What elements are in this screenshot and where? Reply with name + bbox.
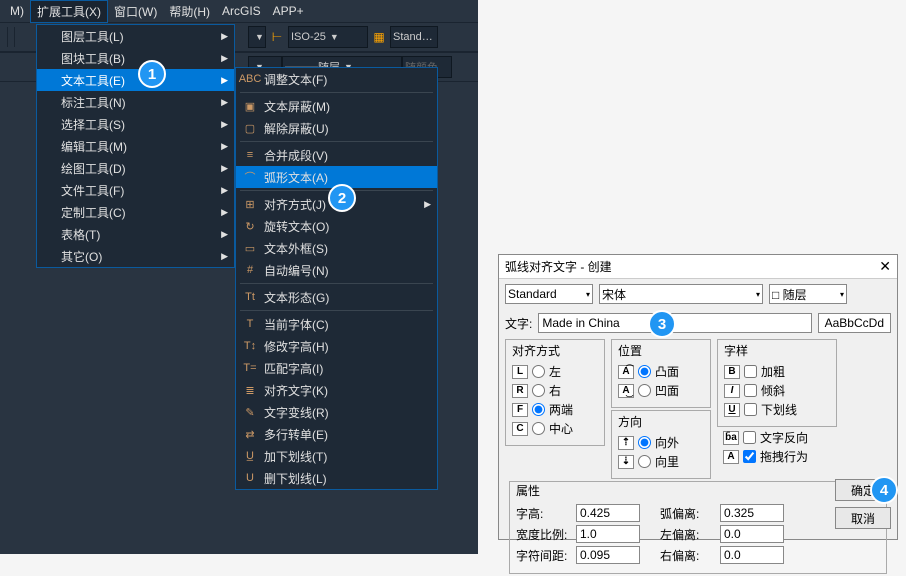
combo-empty1[interactable]: ▼ [248, 26, 266, 48]
mi-m2s[interactable]: ⇄多行转单(E) [236, 423, 437, 445]
pos-concave[interactable]: A͜凹面 [618, 382, 704, 399]
input-rightoff[interactable] [720, 546, 784, 564]
submenu-text: ABC调整文本(F) ▣文本屏蔽(M) ▢解除屏蔽(U) ≡合并成段(V) ⌒弧… [235, 67, 438, 490]
combo-txtstyle[interactable]: Stand… [390, 26, 438, 48]
menu-custom-tools[interactable]: 定制工具(C)▶ [37, 201, 234, 223]
mi-merge-para[interactable]: ≡合并成段(V) [236, 144, 437, 166]
menu-select-tools[interactable]: 选择工具(S)▶ [37, 113, 234, 135]
mi-aligntxt[interactable]: ≣对齐文字(K) [236, 379, 437, 401]
badge-3: 3 [648, 310, 676, 338]
dir-out[interactable]: ⇡向外 [618, 434, 704, 451]
chk-under[interactable]: U下划线 [724, 401, 830, 418]
align-left[interactable]: L左 [512, 363, 598, 380]
input-spacing[interactable] [576, 546, 640, 564]
combo-font[interactable]: 宋体▾ [599, 284, 763, 304]
menu-table[interactable]: 表格(T)▶ [37, 223, 234, 245]
align-center[interactable]: C中心 [512, 420, 598, 437]
input-arcoff[interactable] [720, 504, 784, 522]
position-group: 位置 A͡凸面 A͜凹面 [611, 339, 711, 408]
mi-adjust-text[interactable]: ABC调整文本(F) [236, 68, 437, 90]
close-icon[interactable]: ✕ [879, 258, 891, 275]
menu-layer-tools[interactable]: 图层工具(L)▶ [37, 25, 234, 47]
badge-2: 2 [328, 184, 356, 212]
align-fit[interactable]: F两端 [512, 401, 598, 418]
text-label: 文字: [505, 315, 532, 332]
combo-style[interactable]: Standard▾ [505, 284, 593, 304]
props-group: 属性 字高: 弧偏离: 宽度比例: 左偏离: 字符间距: 右偏离: [509, 481, 887, 574]
mi-frame[interactable]: ▭文本外框(S) [236, 237, 437, 259]
align-right[interactable]: R右 [512, 382, 598, 399]
combo-dimstyle[interactable]: ISO-25▼ [288, 26, 368, 48]
mi-rotate[interactable]: ↻旋转文本(O) [236, 215, 437, 237]
menu-block-tools[interactable]: 图块工具(B)▶ [37, 47, 234, 69]
menu-file-tools[interactable]: 文件工具(F)▶ [37, 179, 234, 201]
chk-drag[interactable]: A拖拽行为 [723, 448, 837, 465]
mi-mask-text[interactable]: ▣文本屏蔽(M) [236, 95, 437, 117]
mi-autonum[interactable]: #自动编号(N) [236, 259, 437, 281]
mi-shape[interactable]: Tt文本形态(G) [236, 286, 437, 308]
mi-unmask[interactable]: ▢解除屏蔽(U) [236, 117, 437, 139]
menu-draw-tools[interactable]: 绘图工具(D)▶ [37, 157, 234, 179]
chk-reverse[interactable]: b̄a文字反向 [723, 429, 837, 446]
sample-text: AaBbCcDd [818, 313, 891, 333]
dim-icon[interactable]: ⊢ [268, 28, 286, 46]
menu-help[interactable]: 帮助(H) [163, 1, 216, 22]
menu-ext[interactable]: 扩展工具(X) [30, 0, 108, 23]
menu-text-tools[interactable]: 文本工具(E)▶ [37, 69, 234, 91]
menu-win[interactable]: 窗口(W) [108, 1, 163, 22]
chk-bold[interactable]: B加粗 [724, 363, 830, 380]
submenu-ext: 图层工具(L)▶ 图块工具(B)▶ 文本工具(E)▶ 标注工具(N)▶ 选择工具… [36, 24, 235, 268]
dialog-titlebar: 弧线对齐文字 - 创建 ✕ [499, 255, 897, 279]
dir-in[interactable]: ⇣向里 [618, 453, 704, 470]
mi-txt2line[interactable]: ✎文字变线(R) [236, 401, 437, 423]
style-group: 字样 B加粗 I倾斜 U下划线 [717, 339, 837, 427]
menubar: M) 扩展工具(X) 窗口(W) 帮助(H) ArcGIS APP+ [0, 0, 478, 22]
cancel-button[interactable]: 取消 [835, 507, 891, 529]
badge-4: 4 [870, 476, 898, 504]
combo-layer[interactable]: □ 随层▾ [769, 284, 847, 304]
direction-group: 方向 ⇡向外 ⇣向里 [611, 410, 711, 479]
align-group: 对齐方式 L左 R右 F两端 C中心 [505, 339, 605, 446]
badge-1: 1 [138, 60, 166, 88]
menu-app[interactable]: APP+ [267, 2, 310, 20]
mi-height[interactable]: T↕修改字高(H) [236, 335, 437, 357]
input-width[interactable] [576, 525, 640, 543]
menu-dim-tools[interactable]: 标注工具(N)▶ [37, 91, 234, 113]
pos-convex[interactable]: A͡凸面 [618, 363, 704, 380]
input-height[interactable] [576, 504, 640, 522]
table-icon[interactable]: ▦ [370, 28, 388, 46]
input-leftoff[interactable] [720, 525, 784, 543]
mi-addul[interactable]: U̲加下划线(T) [236, 445, 437, 467]
mi-delul[interactable]: U删下划线(L) [236, 467, 437, 489]
mi-curfont[interactable]: T当前字体(C) [236, 313, 437, 335]
dialog-title: 弧线对齐文字 - 创建 [505, 258, 612, 275]
menu-other[interactable]: 其它(O)▶ [37, 245, 234, 267]
menu-arcgis[interactable]: ArcGIS [216, 2, 267, 20]
chk-italic[interactable]: I倾斜 [724, 382, 830, 399]
arc-text-dialog: 弧线对齐文字 - 创建 ✕ Standard▾ 宋体▾ □ 随层▾ 文字: Aa… [498, 254, 898, 540]
menu-edit-tools[interactable]: 编辑工具(M)▶ [37, 135, 234, 157]
menu-m[interactable]: M) [4, 2, 30, 20]
mi-matchh[interactable]: T=匹配字高(I) [236, 357, 437, 379]
